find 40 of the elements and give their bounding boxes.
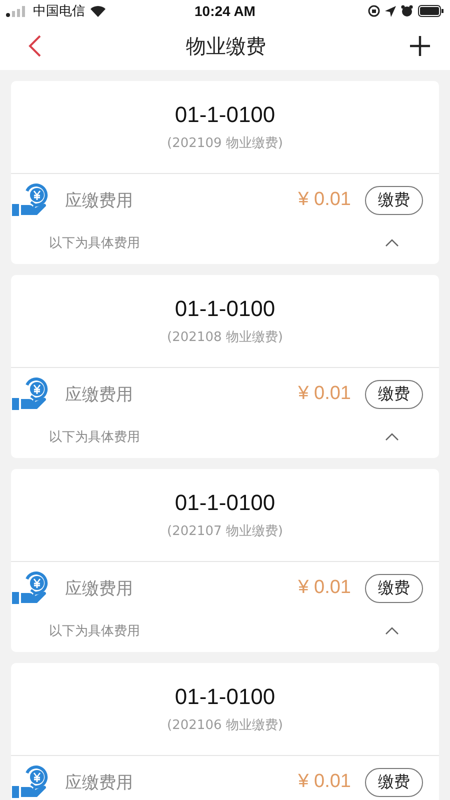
plus-icon [410, 36, 430, 56]
room-number: 01-1-0100 [174, 102, 276, 128]
detail-label: 以下为具体费用 [49, 623, 140, 640]
fee-amount: ¥ 0.01 [298, 577, 351, 599]
status-time: 10:24 AM [194, 3, 256, 19]
signal-icon [6, 6, 28, 16]
wifi-icon [90, 5, 106, 17]
back-icon [28, 35, 42, 57]
chevron-icon [385, 239, 399, 247]
chevron-icon [385, 433, 399, 441]
pay-button[interactable]: 缴费 [365, 574, 423, 602]
chevron-icon [385, 627, 399, 635]
room-number: 01-1-0100 [174, 684, 276, 710]
fee-label: 应缴费用 [65, 190, 134, 212]
billing-period: (202108 物业缴费) [167, 329, 283, 346]
billing-period: (202106 物业缴费) [167, 717, 283, 734]
pay-button[interactable]: 缴费 [365, 380, 423, 408]
collapse-toggle[interactable] [385, 627, 399, 635]
fee-label: 应缴费用 [65, 578, 134, 600]
pay-button[interactable]: 缴费 [365, 186, 423, 214]
detail-label: 以下为具体费用 [49, 235, 140, 252]
add-button[interactable] [408, 34, 432, 58]
location-icon [384, 6, 396, 16]
billing-period: (202107 物业缴费) [167, 523, 283, 540]
detail-label: 以下为具体费用 [49, 429, 140, 446]
fee-label: 应缴费用 [65, 772, 134, 794]
billing-period: (202109 物业缴费) [167, 135, 283, 152]
pay-button[interactable]: 缴费 [365, 768, 423, 796]
carrier-name: 中国电信 [33, 3, 85, 20]
lock-rotation-icon [368, 5, 380, 17]
fee-label: 应缴费用 [65, 384, 134, 406]
room-number: 01-1-0100 [174, 490, 276, 516]
fee-amount: ¥ 0.01 [298, 771, 351, 793]
battery-icon [418, 5, 444, 17]
fee-amount: ¥ 0.01 [298, 383, 351, 405]
room-number: 01-1-0100 [174, 296, 276, 322]
collapse-toggle[interactable] [385, 239, 399, 247]
page-title: 物业缴费 [186, 32, 266, 60]
collapse-toggle[interactable] [385, 433, 399, 441]
fee-amount: ¥ 0.01 [298, 189, 351, 211]
